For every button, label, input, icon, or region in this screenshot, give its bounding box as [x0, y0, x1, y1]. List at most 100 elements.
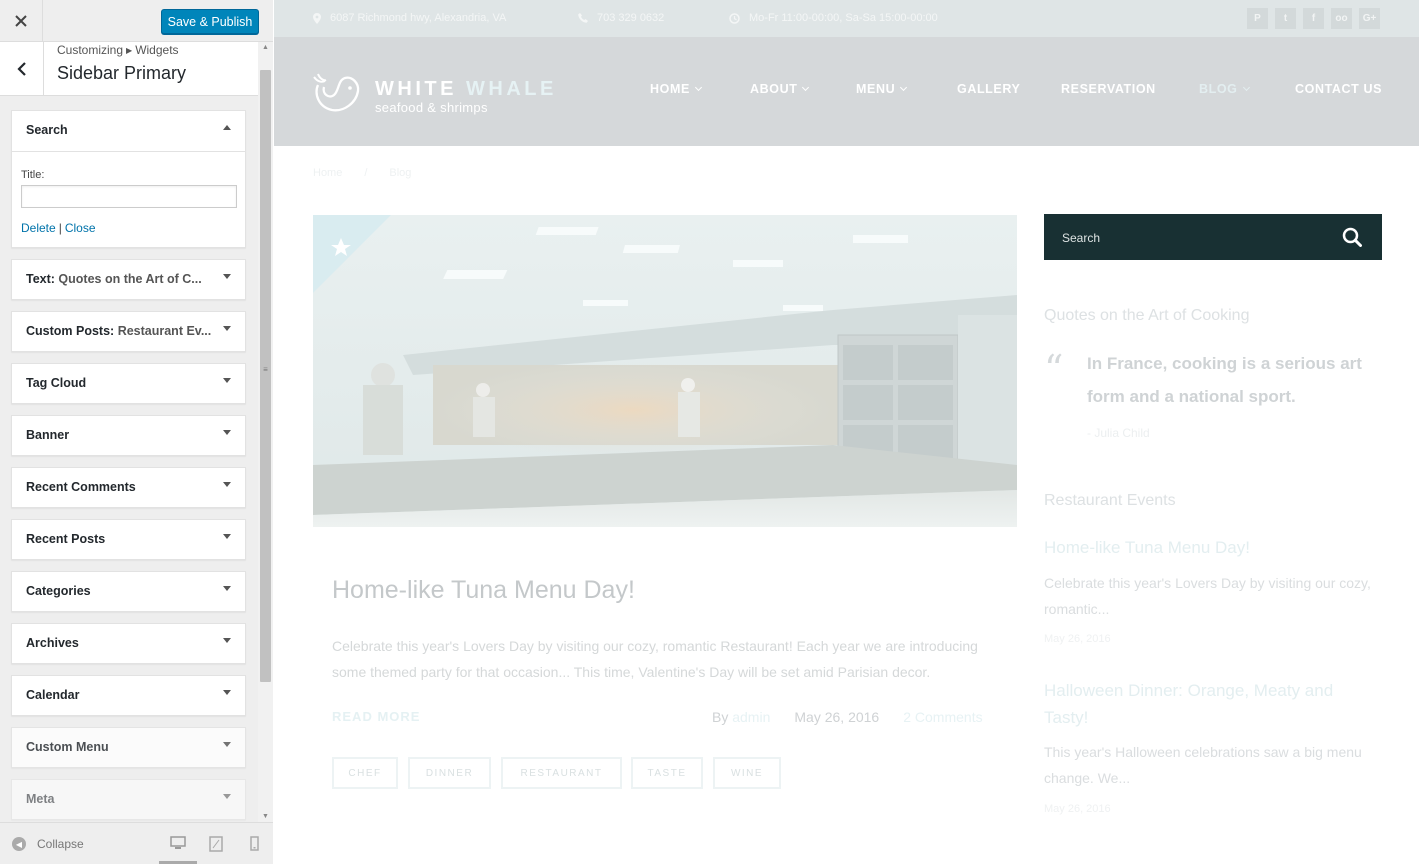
meta-author-link[interactable]: admin [732, 709, 770, 725]
chevron-down-icon[interactable] [223, 326, 231, 331]
tag-restaurant[interactable]: RESTAURANT [501, 757, 622, 789]
nav-contact[interactable]: CONTACT US [1295, 82, 1382, 96]
section-title: Sidebar Primary [57, 63, 187, 83]
chevron-down-icon[interactable] [223, 430, 231, 435]
phone-text: 703 329 0632 [597, 12, 665, 24]
widget-recent-comments[interactable]: Recent Comments [11, 467, 246, 508]
nav-menu[interactable]: MENU [856, 82, 908, 96]
kitchen-photo [313, 215, 1017, 527]
clock-icon [729, 12, 740, 24]
quote-author: - Julia Child [1087, 426, 1150, 440]
title-field[interactable] [21, 185, 237, 208]
meta-comments-link[interactable]: 2 Comments [903, 709, 982, 725]
site-preview[interactable]: 6087 Richmond hwy, Alexandria, VA 703 32… [274, 0, 1419, 864]
foursquare-icon[interactable]: P [1247, 8, 1268, 29]
close-icon [15, 15, 27, 27]
meta-by: By [712, 709, 729, 725]
tag-chef[interactable]: CHEF [332, 757, 398, 789]
breadcrumb-root: Customizing [57, 43, 124, 57]
logo-text[interactable]: WHITE WHALE [375, 78, 557, 101]
scrollbar-thumb[interactable]: ≡ [260, 70, 271, 682]
chevron-down-icon [802, 83, 810, 91]
post-title[interactable]: Home-like Tuna Menu Day! [332, 576, 635, 605]
back-button[interactable] [0, 42, 44, 95]
nav-home[interactable]: HOME [650, 82, 702, 96]
widget-title: Calendar [26, 688, 80, 702]
widget-banner[interactable]: Banner [11, 415, 246, 456]
customizer-footer: ◀ Collapse [0, 822, 273, 864]
close-link[interactable]: Close [65, 221, 96, 235]
scroll-up-icon[interactable]: ▲ [262, 44, 269, 51]
desktop-preview-icon[interactable] [170, 836, 186, 851]
nav-about[interactable]: ABOUT [750, 82, 810, 96]
tag-wine[interactable]: WINE [713, 757, 781, 789]
widget-title: Text: [26, 272, 55, 286]
nav-blog[interactable]: BLOG [1199, 82, 1250, 96]
facebook-icon[interactable]: f [1303, 8, 1324, 29]
chevron-left-icon [16, 61, 26, 76]
widget-custom-posts[interactable]: Custom Posts: Restaurant Ev... [11, 311, 246, 352]
search-icon[interactable] [1342, 227, 1362, 247]
google-plus-icon[interactable]: G+ [1359, 8, 1380, 29]
quote-text: In France, cooking is a serious art form… [1087, 354, 1362, 406]
chevron-down-icon[interactable] [223, 274, 231, 279]
post-featured-image[interactable] [313, 215, 1017, 527]
separator: | [58, 221, 62, 235]
logo-word-whale: WHALE [466, 78, 557, 100]
widget-body: Title: Delete | Close [12, 151, 245, 247]
phone-info: 703 329 0632 [578, 12, 664, 24]
tablet-preview-icon[interactable] [209, 836, 223, 852]
widget-meta[interactable]: Meta [11, 779, 246, 820]
chevron-down-icon[interactable] [223, 586, 231, 591]
delete-link[interactable]: Delete [21, 221, 56, 235]
chevron-up-icon[interactable] [223, 125, 231, 130]
logo-tagline: seafood & shrimps [375, 100, 488, 115]
grip-icon: ≡ [263, 365, 268, 374]
nav-label: HOME [650, 82, 690, 96]
widget-search[interactable]: Search Title: Delete | Close [11, 110, 246, 248]
save-publish-button[interactable]: Save & Publish [161, 9, 259, 34]
sidebar-search[interactable]: Search [1044, 214, 1382, 260]
chevron-down-icon[interactable] [223, 638, 231, 643]
search-placeholder[interactable]: Search [1062, 231, 1100, 245]
scroll-down-icon[interactable]: ▼ [262, 813, 269, 820]
event-title[interactable]: Home-like Tuna Menu Day! [1044, 534, 1364, 561]
post-meta: By admin May 26, 2016 2 Comments [712, 709, 983, 725]
event-title[interactable]: Halloween Dinner: Orange, Meaty and Tast… [1044, 677, 1364, 731]
close-customizer-button[interactable] [0, 0, 43, 42]
nav-reservation[interactable]: RESERVATION [1061, 82, 1156, 96]
collapse-button[interactable]: ◀ Collapse [12, 837, 84, 851]
tag-dinner[interactable]: DINNER [408, 757, 491, 789]
nav-label: ABOUT [750, 82, 798, 96]
map-pin-icon [313, 12, 321, 24]
chevron-down-icon[interactable] [223, 794, 231, 799]
chevron-down-icon[interactable] [223, 742, 231, 747]
hours-info: Mo-Fr 11:00-00:00, Sa-Sa 15:00-00:00 [729, 12, 938, 24]
mobile-preview-icon[interactable] [250, 836, 259, 851]
chevron-down-icon[interactable] [223, 482, 231, 487]
widget-archives[interactable]: Archives [11, 623, 246, 664]
widget-text[interactable]: Text: Quotes on the Art of C... [11, 259, 246, 300]
section-header: Customizing ▶ Widgets Sidebar Primary [0, 42, 258, 96]
breadcrumb-home[interactable]: Home [313, 167, 342, 179]
chevron-down-icon[interactable] [223, 690, 231, 695]
widget-recent-posts[interactable]: Recent Posts [11, 519, 246, 560]
collapse-label: Collapse [37, 837, 84, 851]
twitter-icon[interactable]: t [1275, 8, 1296, 29]
tag-taste[interactable]: TASTE [631, 757, 703, 789]
chevron-down-icon[interactable] [223, 534, 231, 539]
nav-gallery[interactable]: GALLERY [957, 82, 1020, 96]
nav-label: GALLERY [957, 82, 1021, 96]
widget-calendar[interactable]: Calendar [11, 675, 246, 716]
panel-scrollbar[interactable]: ▲ ≡ ▼ [258, 42, 273, 822]
tripadvisor-icon[interactable]: oo [1331, 8, 1352, 29]
read-more-link[interactable]: READ MORE [332, 709, 420, 724]
collapse-arrow-icon: ◀ [12, 837, 26, 851]
widget-custom-menu[interactable]: Custom Menu [11, 727, 246, 768]
widget-categories[interactable]: Categories [11, 571, 246, 612]
chevron-down-icon[interactable] [223, 378, 231, 383]
widget-tag-cloud[interactable]: Tag Cloud [11, 363, 246, 404]
event-date: May 26, 2016 [1044, 633, 1111, 645]
whale-logo-icon[interactable] [312, 67, 362, 113]
hours-text: Mo-Fr 11:00-00:00, Sa-Sa 15:00-00:00 [749, 12, 938, 24]
